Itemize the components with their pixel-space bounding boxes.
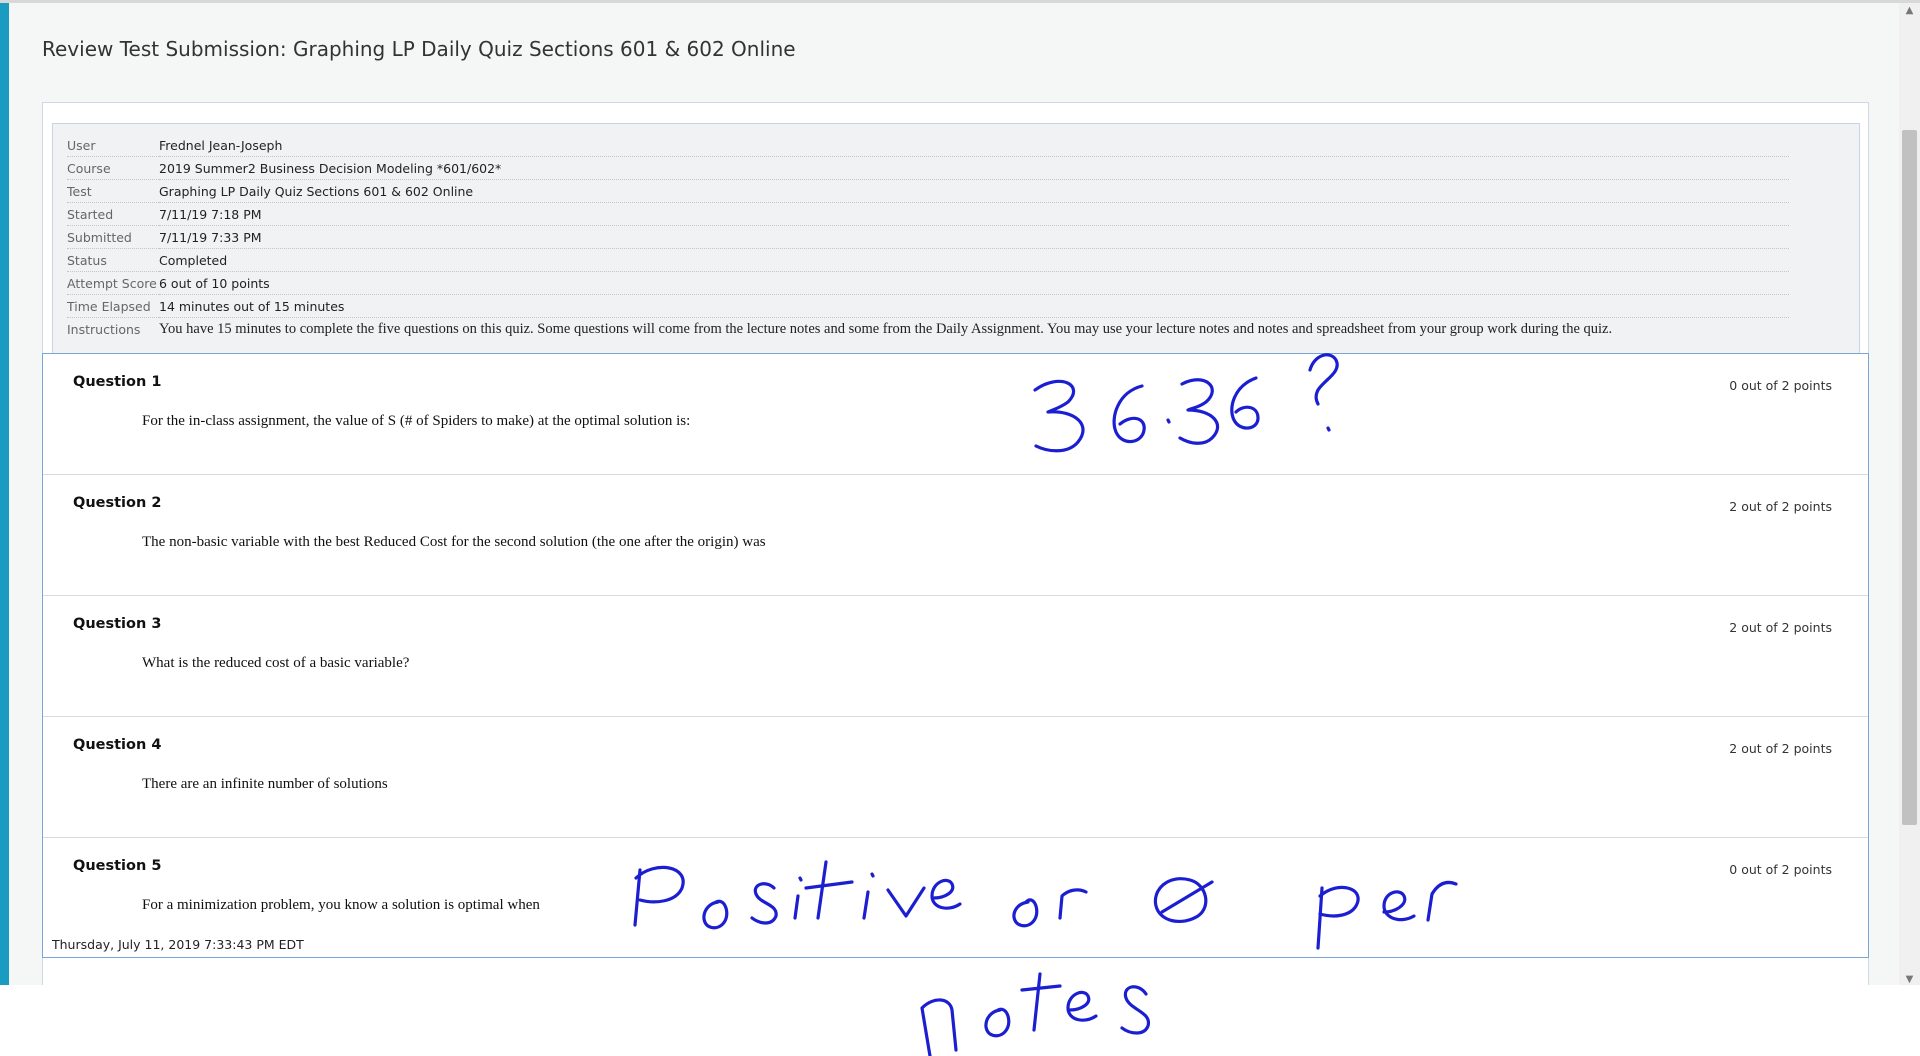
- detail-value-time-elapsed: 14 minutes out of 15 minutes: [159, 294, 1789, 318]
- detail-row-time-elapsed: Time Elapsed 14 minutes out of 15 minute…: [67, 294, 1789, 318]
- question-title: Question 5: [73, 858, 162, 874]
- page-title: Review Test Submission: Graphing LP Dail…: [42, 37, 796, 61]
- detail-label: Started: [67, 202, 159, 226]
- question-item-2: Question 2 2 out of 2 points The non-bas…: [43, 475, 1868, 596]
- detail-label: Instructions: [67, 321, 141, 337]
- detail-label: Time Elapsed: [67, 294, 159, 318]
- detail-label: Status: [67, 248, 159, 272]
- detail-label: Test: [67, 179, 159, 203]
- question-points: 2 out of 2 points: [1729, 741, 1832, 756]
- left-accent-stripe: [0, 3, 9, 985]
- detail-label: User: [67, 134, 159, 157]
- question-title: Question 1: [73, 374, 162, 390]
- question-points: 0 out of 2 points: [1729, 378, 1832, 393]
- detail-value-submitted: 7/11/19 7:33 PM: [159, 225, 1789, 249]
- detail-value-status: Completed: [159, 248, 1789, 272]
- detail-label: Attempt Score: [67, 271, 159, 295]
- detail-row-started: Started 7/11/19 7:18 PM: [67, 202, 1789, 226]
- submission-details-table: User Frednel Jean-Joseph Course 2019 Sum…: [67, 134, 1789, 340]
- question-item-1: Question 1 0 out of 2 points For the in-…: [43, 354, 1868, 475]
- detail-value-started: 7/11/19 7:18 PM: [159, 202, 1789, 226]
- question-points: 2 out of 2 points: [1729, 620, 1832, 635]
- question-item-5: Question 5 0 out of 2 points For a minim…: [43, 838, 1868, 959]
- question-title: Question 2: [73, 495, 162, 511]
- detail-value-course: 2019 Summer2 Business Decision Modeling …: [159, 156, 1789, 180]
- question-text: The non-basic variable with the best Red…: [142, 534, 766, 550]
- detail-row-course: Course 2019 Summer2 Business Decision Mo…: [67, 156, 1789, 180]
- question-text: There are an infinite number of solution…: [142, 776, 388, 792]
- submission-details-panel: User Frednel Jean-Joseph Course 2019 Sum…: [52, 123, 1860, 365]
- question-title: Question 4: [73, 737, 162, 753]
- vertical-scrollbar[interactable]: ▲ ▼: [1899, 3, 1920, 985]
- detail-label: Submitted: [67, 225, 159, 249]
- question-item-3: Question 3 2 out of 2 points What is the…: [43, 596, 1868, 717]
- submission-timestamp: Thursday, July 11, 2019 7:33:43 PM EDT: [52, 937, 304, 952]
- detail-value-user: Frednel Jean-Joseph: [159, 134, 1789, 157]
- question-text: For the in-class assignment, the value o…: [142, 413, 691, 429]
- question-points: 0 out of 2 points: [1729, 862, 1832, 877]
- detail-row-instructions: Instructions You have 15 minutes to comp…: [67, 318, 1789, 341]
- scroll-down-arrow-icon[interactable]: ▼: [1899, 972, 1920, 985]
- detail-row-status: Status Completed: [67, 248, 1789, 272]
- detail-label: Course: [67, 156, 159, 180]
- question-text: For a minimization problem, you know a s…: [142, 897, 540, 913]
- question-list: Question 1 0 out of 2 points For the in-…: [42, 353, 1869, 958]
- scroll-up-arrow-icon[interactable]: ▲: [1899, 3, 1920, 19]
- question-item-4: Question 4 2 out of 2 points There are a…: [43, 717, 1868, 838]
- scroll-thumb[interactable]: [1902, 130, 1917, 825]
- detail-row-user: User Frednel Jean-Joseph: [67, 134, 1789, 157]
- detail-value-test: Graphing LP Daily Quiz Sections 601 & 60…: [159, 179, 1789, 203]
- question-points: 2 out of 2 points: [1729, 499, 1832, 514]
- detail-value-attempt-score: 6 out of 10 points: [159, 271, 1789, 295]
- browser-window: Review Test Submission: Graphing LP Dail…: [0, 0, 1920, 985]
- detail-value-instructions: You have 15 minutes to complete the five…: [159, 320, 1613, 337]
- detail-row-test: Test Graphing LP Daily Quiz Sections 601…: [67, 179, 1789, 203]
- question-text: What is the reduced cost of a basic vari…: [142, 655, 410, 671]
- detail-row-submitted: Submitted 7/11/19 7:33 PM: [67, 225, 1789, 249]
- detail-row-attempt-score: Attempt Score 6 out of 10 points: [67, 271, 1789, 295]
- question-title: Question 3: [73, 616, 162, 632]
